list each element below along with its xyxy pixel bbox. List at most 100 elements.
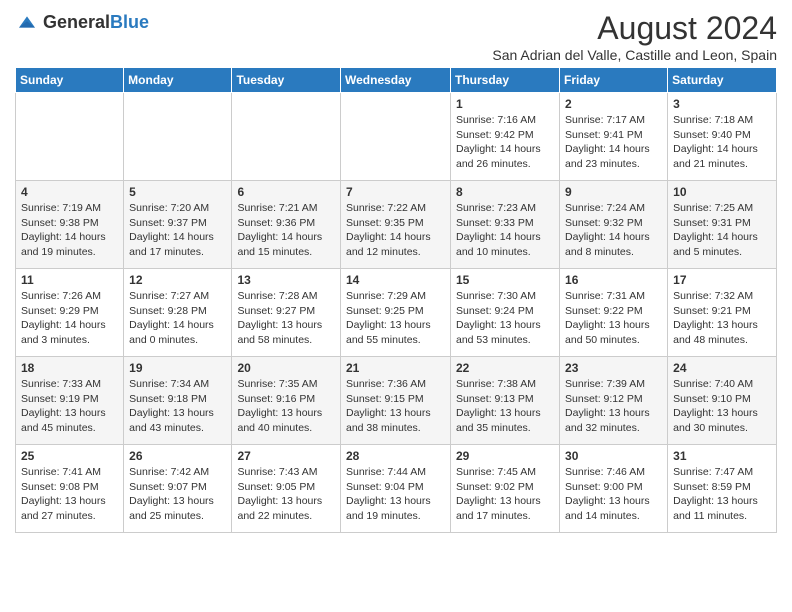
weekday-header: Friday [560, 68, 668, 93]
day-info: Sunrise: 7:27 AM Sunset: 9:28 PM Dayligh… [129, 289, 226, 348]
weekday-header: Sunday [16, 68, 124, 93]
calendar-cell: 23 Sunrise: 7:39 AM Sunset: 9:12 PM Dayli… [560, 357, 668, 445]
day-info: Sunrise: 7:41 AM Sunset: 9:08 PM Dayligh… [21, 465, 118, 524]
calendar-week-row: 25 Sunrise: 7:41 AM Sunset: 9:08 PM Dayli… [16, 445, 777, 533]
month-year: August 2024 [492, 10, 777, 47]
calendar-cell: 30 Sunrise: 7:46 AM Sunset: 9:00 PM Dayli… [560, 445, 668, 533]
day-number: 29 [456, 449, 554, 463]
calendar-cell: 6 Sunrise: 7:21 AM Sunset: 9:36 PM Daylig… [232, 181, 341, 269]
calendar-cell: 17 Sunrise: 7:32 AM Sunset: 9:21 PM Dayli… [668, 269, 777, 357]
calendar-cell: 29 Sunrise: 7:45 AM Sunset: 9:02 PM Dayli… [451, 445, 560, 533]
day-info: Sunrise: 7:42 AM Sunset: 9:07 PM Dayligh… [129, 465, 226, 524]
page: GeneralBlue August 2024 San Adrian del V… [0, 0, 792, 543]
calendar-cell: 21 Sunrise: 7:36 AM Sunset: 9:15 PM Dayli… [341, 357, 451, 445]
day-info: Sunrise: 7:26 AM Sunset: 9:29 PM Dayligh… [21, 289, 118, 348]
calendar-cell: 4 Sunrise: 7:19 AM Sunset: 9:38 PM Daylig… [16, 181, 124, 269]
calendar-table: SundayMondayTuesdayWednesdayThursdayFrid… [15, 67, 777, 533]
day-info: Sunrise: 7:28 AM Sunset: 9:27 PM Dayligh… [237, 289, 335, 348]
day-info: Sunrise: 7:32 AM Sunset: 9:21 PM Dayligh… [673, 289, 771, 348]
day-info: Sunrise: 7:35 AM Sunset: 9:16 PM Dayligh… [237, 377, 335, 436]
calendar-cell: 27Sunrise: 7:43 AM Sunset: 9:05 PM Dayli… [232, 445, 341, 533]
calendar-week-row: 1 Sunrise: 7:16 AM Sunset: 9:42 PM Daylig… [16, 93, 777, 181]
calendar-cell: 7Sunrise: 7:22 AM Sunset: 9:35 PM Daylig… [341, 181, 451, 269]
day-info: Sunrise: 7:18 AM Sunset: 9:40 PM Dayligh… [673, 113, 771, 172]
calendar-cell: 1 Sunrise: 7:16 AM Sunset: 9:42 PM Daylig… [451, 93, 560, 181]
calendar-cell: 16 Sunrise: 7:31 AM Sunset: 9:22 PM Dayli… [560, 269, 668, 357]
day-info: Sunrise: 7:17 AM Sunset: 9:41 PM Dayligh… [565, 113, 662, 172]
weekday-header: Wednesday [341, 68, 451, 93]
calendar-cell: 28Sunrise: 7:44 AM Sunset: 9:04 PM Dayli… [341, 445, 451, 533]
calendar-cell: 5 Sunrise: 7:20 AM Sunset: 9:37 PM Daylig… [124, 181, 232, 269]
calendar-cell [232, 93, 341, 181]
day-info: Sunrise: 7:30 AM Sunset: 9:24 PM Dayligh… [456, 289, 554, 348]
logo: GeneralBlue [15, 10, 149, 34]
day-number: 17 [673, 273, 771, 287]
day-number: 14 [346, 273, 445, 287]
day-number: 9 [565, 185, 662, 199]
day-number: 15 [456, 273, 554, 287]
weekday-header: Saturday [668, 68, 777, 93]
day-number: 23 [565, 361, 662, 375]
day-number: 26 [129, 449, 226, 463]
calendar-cell: 20 Sunrise: 7:35 AM Sunset: 9:16 PM Dayli… [232, 357, 341, 445]
weekday-header: Monday [124, 68, 232, 93]
logo-blue: Blue [110, 12, 149, 32]
calendar-cell: 15 Sunrise: 7:30 AM Sunset: 9:24 PM Dayli… [451, 269, 560, 357]
day-number: 25 [21, 449, 118, 463]
weekday-header-row: SundayMondayTuesdayWednesdayThursdayFrid… [16, 68, 777, 93]
day-info: Sunrise: 7:24 AM Sunset: 9:32 PM Dayligh… [565, 201, 662, 260]
day-number: 21 [346, 361, 445, 375]
calendar-cell: 9 Sunrise: 7:24 AM Sunset: 9:32 PM Daylig… [560, 181, 668, 269]
calendar-week-row: 4 Sunrise: 7:19 AM Sunset: 9:38 PM Daylig… [16, 181, 777, 269]
day-number: 10 [673, 185, 771, 199]
calendar-cell: 3Sunrise: 7:18 AM Sunset: 9:40 PM Daylig… [668, 93, 777, 181]
day-info: Sunrise: 7:25 AM Sunset: 9:31 PM Dayligh… [673, 201, 771, 260]
day-info: Sunrise: 7:34 AM Sunset: 9:18 PM Dayligh… [129, 377, 226, 436]
calendar-cell [16, 93, 124, 181]
day-number: 2 [565, 97, 662, 111]
day-number: 7 [346, 185, 445, 199]
header: GeneralBlue August 2024 San Adrian del V… [15, 10, 777, 63]
day-info: Sunrise: 7:46 AM Sunset: 9:00 PM Dayligh… [565, 465, 662, 524]
day-number: 5 [129, 185, 226, 199]
day-info: Sunrise: 7:16 AM Sunset: 9:42 PM Dayligh… [456, 113, 554, 172]
calendar-cell: 12 Sunrise: 7:27 AM Sunset: 9:28 PM Dayli… [124, 269, 232, 357]
day-number: 1 [456, 97, 554, 111]
day-info: Sunrise: 7:40 AM Sunset: 9:10 PM Dayligh… [673, 377, 771, 436]
day-info: Sunrise: 7:39 AM Sunset: 9:12 PM Dayligh… [565, 377, 662, 436]
calendar-cell: 24 Sunrise: 7:40 AM Sunset: 9:10 PM Dayli… [668, 357, 777, 445]
day-number: 24 [673, 361, 771, 375]
day-info: Sunrise: 7:36 AM Sunset: 9:15 PM Dayligh… [346, 377, 445, 436]
calendar-cell [124, 93, 232, 181]
day-number: 20 [237, 361, 335, 375]
day-info: Sunrise: 7:20 AM Sunset: 9:37 PM Dayligh… [129, 201, 226, 260]
calendar-cell: 19Sunrise: 7:34 AM Sunset: 9:18 PM Dayli… [124, 357, 232, 445]
calendar-cell [341, 93, 451, 181]
title-area: August 2024 San Adrian del Valle, Castil… [492, 10, 777, 63]
day-number: 12 [129, 273, 226, 287]
day-info: Sunrise: 7:43 AM Sunset: 9:05 PM Dayligh… [237, 465, 335, 524]
day-number: 6 [237, 185, 335, 199]
day-number: 16 [565, 273, 662, 287]
day-info: Sunrise: 7:38 AM Sunset: 9:13 PM Dayligh… [456, 377, 554, 436]
day-info: Sunrise: 7:21 AM Sunset: 9:36 PM Dayligh… [237, 201, 335, 260]
weekday-header: Thursday [451, 68, 560, 93]
day-info: Sunrise: 7:19 AM Sunset: 9:38 PM Dayligh… [21, 201, 118, 260]
day-number: 4 [21, 185, 118, 199]
day-number: 22 [456, 361, 554, 375]
calendar-cell: 2 Sunrise: 7:17 AM Sunset: 9:41 PM Daylig… [560, 93, 668, 181]
day-number: 11 [21, 273, 118, 287]
calendar-cell: 26 Sunrise: 7:42 AM Sunset: 9:07 PM Dayli… [124, 445, 232, 533]
day-number: 8 [456, 185, 554, 199]
day-info: Sunrise: 7:23 AM Sunset: 9:33 PM Dayligh… [456, 201, 554, 260]
logo-icon [15, 10, 39, 34]
day-number: 30 [565, 449, 662, 463]
calendar-cell: 18 Sunrise: 7:33 AM Sunset: 9:19 PM Dayli… [16, 357, 124, 445]
day-info: Sunrise: 7:33 AM Sunset: 9:19 PM Dayligh… [21, 377, 118, 436]
day-info: Sunrise: 7:31 AM Sunset: 9:22 PM Dayligh… [565, 289, 662, 348]
calendar-cell: 14Sunrise: 7:29 AM Sunset: 9:25 PM Dayli… [341, 269, 451, 357]
day-number: 31 [673, 449, 771, 463]
day-number: 18 [21, 361, 118, 375]
calendar-cell: 22 Sunrise: 7:38 AM Sunset: 9:13 PM Dayli… [451, 357, 560, 445]
day-info: Sunrise: 7:45 AM Sunset: 9:02 PM Dayligh… [456, 465, 554, 524]
